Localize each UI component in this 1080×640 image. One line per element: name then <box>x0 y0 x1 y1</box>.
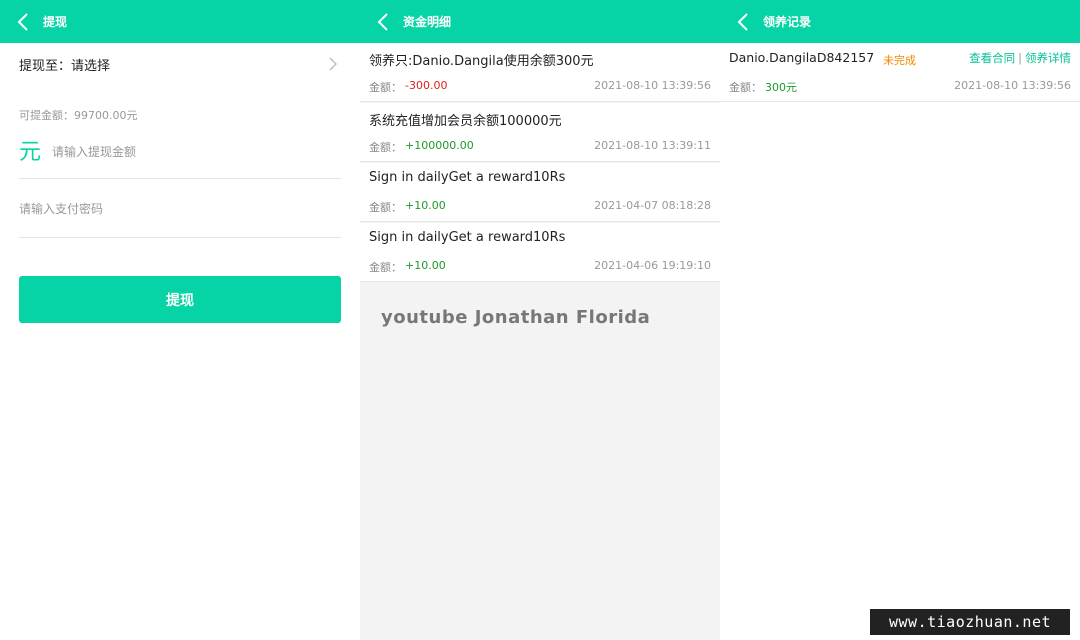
amount-label: 金额： <box>729 81 762 94</box>
withdraw-header: 提现 <box>0 0 360 43</box>
list-item[interactable]: Sign in dailyGet a reward10Rs 金额： +10.00… <box>360 223 720 282</box>
adoption-panel: 领养记录 Danio.DangilaD842157 未完成 查看合同 | 领养详情 … <box>720 0 1080 640</box>
watermark-text: youtube Jonathan Florida <box>381 307 651 328</box>
available-amount: 可提金额：99700.00元 <box>19 109 138 122</box>
currency-symbol: 元 <box>19 140 42 165</box>
adoption-amount: 300元 <box>765 81 797 94</box>
record-time: 2021-04-06 19:19:10 <box>594 259 711 272</box>
amount-label: 金额： <box>369 201 402 214</box>
adoption-name: Danio.DangilaD842157 <box>729 50 875 65</box>
record-title: 领养只:Danio.Dangila使用余额300元 <box>369 54 594 69</box>
record-time: 2021-08-10 13:39:56 <box>594 79 711 92</box>
site-watermark: www.tiaozhuan.net <box>870 609 1070 635</box>
record-title: 系统充值增加会员余额100000元 <box>369 114 562 129</box>
amount-label: 金额： <box>369 261 402 274</box>
payment-password-input[interactable] <box>19 202 319 216</box>
record-amount: +10.00 <box>405 199 446 212</box>
adoption-details-link[interactable]: 领养详情 <box>1025 51 1071 65</box>
record-time: 2021-08-10 13:39:11 <box>594 139 711 152</box>
chevron-left-icon <box>17 12 28 31</box>
amount-label: 金额： <box>369 81 402 94</box>
record-amount: +100000.00 <box>405 139 474 152</box>
view-contract-link[interactable]: 查看合同 <box>969 51 1015 65</box>
chevron-left-icon <box>377 12 388 31</box>
withdraw-submit-button[interactable]: 提现 <box>19 276 341 323</box>
withdraw-target-label: 提现至：请选择 <box>19 58 111 74</box>
adoption-actions: 查看合同 | 领养详情 <box>969 50 1071 66</box>
funds-panel: 资金明细 领养只:Danio.Dangila使用余额300元 金额： -300.… <box>360 0 720 640</box>
link-separator: | <box>1018 51 1022 65</box>
list-item[interactable]: 领养只:Danio.Dangila使用余额300元 金额： -300.00 20… <box>360 43 720 102</box>
adoption-time: 2021-08-10 13:39:56 <box>954 79 1071 92</box>
page-title: 资金明细 <box>403 15 452 29</box>
back-button[interactable] <box>723 0 763 43</box>
record-time: 2021-04-07 08:18:28 <box>594 199 711 212</box>
record-title: Sign in dailyGet a reward10Rs <box>369 230 566 245</box>
status-badge: 未完成 <box>883 54 916 67</box>
withdraw-panel: 提现 提现至：请选择 可提金额：99700.00元 元 提现 <box>0 0 360 640</box>
chevron-left-icon <box>737 12 748 31</box>
list-item[interactable]: 系统充值增加会员余额100000元 金额： +100000.00 2021-08… <box>360 103 720 162</box>
record-amount: -300.00 <box>405 79 448 92</box>
amount-label: 金额： <box>369 141 402 154</box>
record-amount: +10.00 <box>405 259 446 272</box>
page-title: 领养记录 <box>763 15 812 29</box>
password-row <box>19 196 341 238</box>
back-button[interactable] <box>3 0 43 43</box>
funds-header: 资金明细 <box>360 0 720 43</box>
list-item[interactable]: Sign in dailyGet a reward10Rs 金额： +10.00… <box>360 163 720 222</box>
adoption-record: Danio.DangilaD842157 未完成 查看合同 | 领养详情 金额： 3… <box>720 43 1080 102</box>
back-button[interactable] <box>363 0 403 43</box>
chevron-right-icon <box>329 57 337 71</box>
page-title: 提现 <box>43 15 68 29</box>
amount-input[interactable] <box>52 145 312 159</box>
adoption-header: 领养记录 <box>720 0 1080 43</box>
record-title: Sign in dailyGet a reward10Rs <box>369 170 566 185</box>
amount-row: 元 <box>19 138 341 179</box>
withdraw-target-select[interactable]: 提现至：请选择 <box>19 52 341 76</box>
